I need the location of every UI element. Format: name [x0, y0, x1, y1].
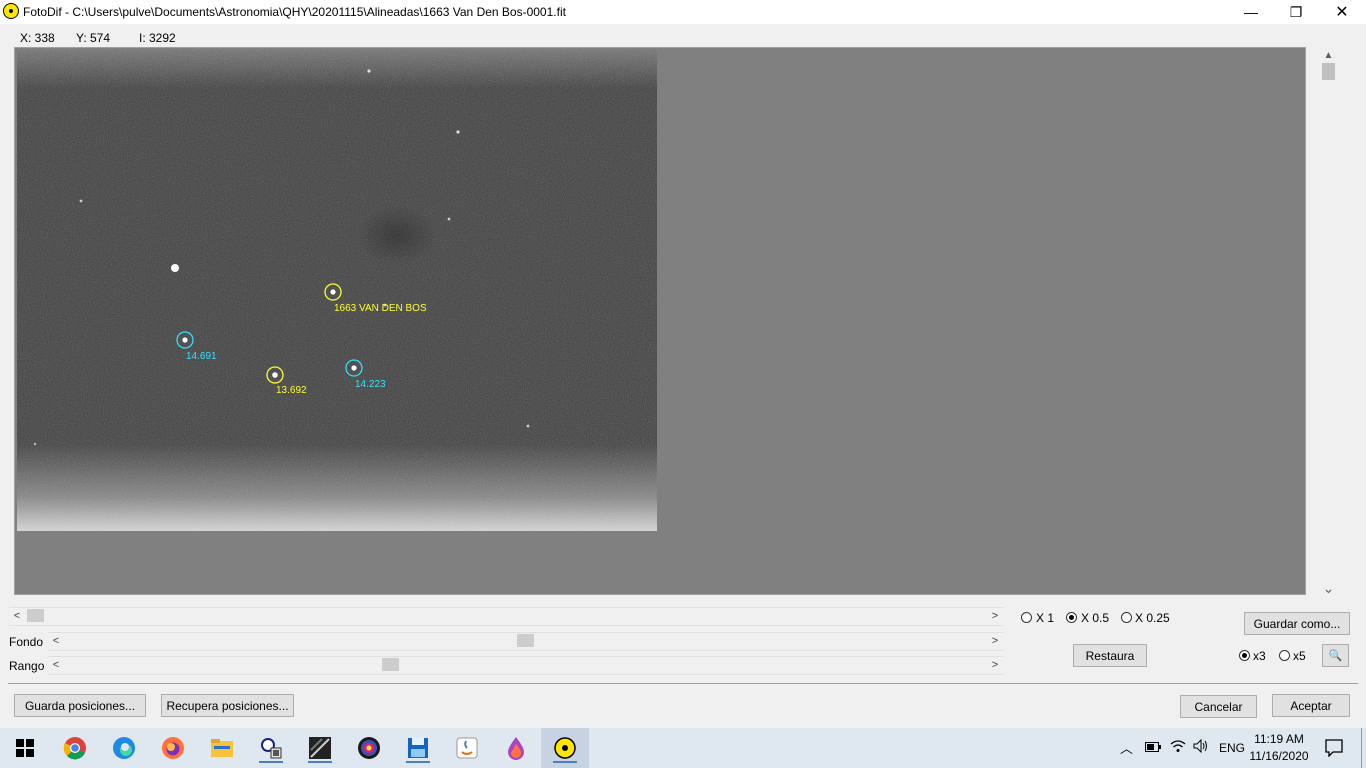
save-disk-icon[interactable]	[403, 733, 433, 763]
separator	[8, 683, 1358, 684]
zoom-x025-radio[interactable]	[1121, 612, 1132, 623]
scroll-up-arrow-icon[interactable]: ▲	[1320, 47, 1337, 63]
star	[33, 442, 37, 446]
horizontal-scroll-thumb[interactable]	[27, 609, 44, 622]
star	[351, 365, 357, 371]
language-indicator[interactable]: ENG	[1219, 741, 1245, 755]
reference-label: 14.691	[186, 351, 217, 362]
active-indicator	[308, 761, 332, 763]
window-title: FotoDif - C:\Users\pulve\Documents\Astro…	[23, 5, 566, 19]
zoom-x025-label[interactable]: X 0.25	[1135, 611, 1170, 625]
fondo-right-arrow-icon[interactable]: >	[987, 632, 1003, 649]
wifi-icon[interactable]	[1170, 739, 1186, 756]
star	[171, 264, 179, 272]
star	[79, 199, 83, 203]
vertical-scrollbar[interactable]	[1320, 47, 1337, 597]
check-star-label: 13.692	[276, 385, 307, 396]
x-coordinate-readout: X: 338	[20, 31, 55, 45]
rango-slider-thumb[interactable]	[381, 658, 399, 671]
magnifier-x5-label[interactable]: x5	[1293, 649, 1306, 663]
java-icon[interactable]	[452, 733, 482, 763]
star	[447, 217, 451, 221]
edge-icon[interactable]	[109, 733, 139, 763]
battery-icon[interactable]	[1145, 741, 1161, 755]
windows-start-icon[interactable]	[10, 733, 40, 763]
rango-label: Rango	[9, 659, 45, 673]
fondo-left-arrow-icon[interactable]: <	[48, 632, 64, 649]
horizontal-scrollbar[interactable]	[9, 607, 1003, 626]
active-indicator	[553, 761, 577, 763]
file-explorer-icon[interactable]	[207, 733, 237, 763]
aceptar-button[interactable]: Aceptar	[1272, 694, 1350, 717]
active-indicator	[406, 761, 430, 763]
tray-time[interactable]: 11:19 AM	[1249, 732, 1309, 746]
dust-shadow	[357, 205, 437, 265]
tray-chevron-icon[interactable]: ︿	[1120, 738, 1133, 757]
firefox-icon[interactable]	[158, 733, 188, 763]
magnifier-icon: 🔍	[1328, 650, 1343, 662]
zoom-x1-label[interactable]: X 1	[1036, 611, 1054, 625]
guardar-como-button[interactable]: Guardar como...	[1244, 612, 1350, 635]
app-logo-icon	[3, 3, 19, 19]
intensity-readout: I: 3292	[139, 31, 176, 45]
rango-slider[interactable]	[48, 656, 1003, 675]
fondo-slider-thumb[interactable]	[517, 634, 534, 647]
star	[182, 337, 188, 343]
star	[330, 289, 336, 295]
magnifier-x3-radio[interactable]	[1239, 650, 1250, 661]
active-indicator	[259, 761, 283, 763]
restaura-button[interactable]: Restaura	[1073, 644, 1147, 667]
vertical-scroll-thumb[interactable]	[1322, 63, 1335, 80]
droplet-app-icon[interactable]	[501, 733, 531, 763]
star	[456, 130, 460, 134]
cancelar-button[interactable]: Cancelar	[1180, 695, 1257, 718]
scroll-down-arrow-icon[interactable]: ⌄	[1320, 580, 1337, 596]
target-label: 1663 VAN DEN BOS	[334, 303, 427, 314]
rango-right-arrow-icon[interactable]: >	[987, 656, 1003, 673]
scroll-right-arrow-icon[interactable]: >	[987, 607, 1003, 624]
zoom-x05-radio[interactable]	[1066, 612, 1077, 623]
star	[367, 69, 371, 73]
maximize-button[interactable]: ❐	[1273, 0, 1319, 24]
astro-app-icon[interactable]	[256, 733, 286, 763]
close-button[interactable]: ✕	[1319, 0, 1365, 24]
recupera-posiciones-button[interactable]: Recupera posiciones...	[161, 694, 294, 717]
color-wheel-icon[interactable]	[354, 733, 384, 763]
magnifier-button[interactable]: 🔍	[1322, 644, 1349, 667]
magnifier-x5-radio[interactable]	[1279, 650, 1290, 661]
magnifier-x3-label[interactable]: x3	[1253, 649, 1266, 663]
volume-icon[interactable]	[1193, 738, 1209, 756]
scroll-left-arrow-icon[interactable]: <	[9, 607, 25, 624]
tray-date[interactable]: 11/16/2020	[1249, 749, 1309, 763]
guarda-posiciones-button[interactable]: Guarda posiciones...	[14, 694, 146, 717]
y-coordinate-readout: Y: 574	[76, 31, 111, 45]
minimize-button[interactable]: —	[1228, 0, 1274, 24]
star	[526, 424, 530, 428]
image-bottom-glow	[17, 50, 657, 531]
astro-image[interactable]: 1663 VAN DEN BOS 14.691 13.692 14.223	[17, 50, 657, 531]
notification-icon[interactable]	[1325, 739, 1343, 760]
rango-left-arrow-icon[interactable]: <	[48, 656, 64, 673]
fotodif-app-icon[interactable]	[550, 733, 580, 763]
show-desktop-strip[interactable]	[1361, 728, 1362, 768]
taskbar	[0, 728, 1366, 768]
star	[272, 372, 278, 378]
image-viewer-icon[interactable]	[305, 733, 335, 763]
zoom-x1-radio[interactable]	[1021, 612, 1032, 623]
zoom-x05-label[interactable]: X 0.5	[1081, 611, 1109, 625]
chrome-icon[interactable]	[60, 733, 90, 763]
image-viewport[interactable]: 1663 VAN DEN BOS 14.691 13.692 14.223	[14, 47, 1306, 595]
fondo-label: Fondo	[9, 635, 44, 649]
reference-label: 14.223	[355, 379, 386, 390]
